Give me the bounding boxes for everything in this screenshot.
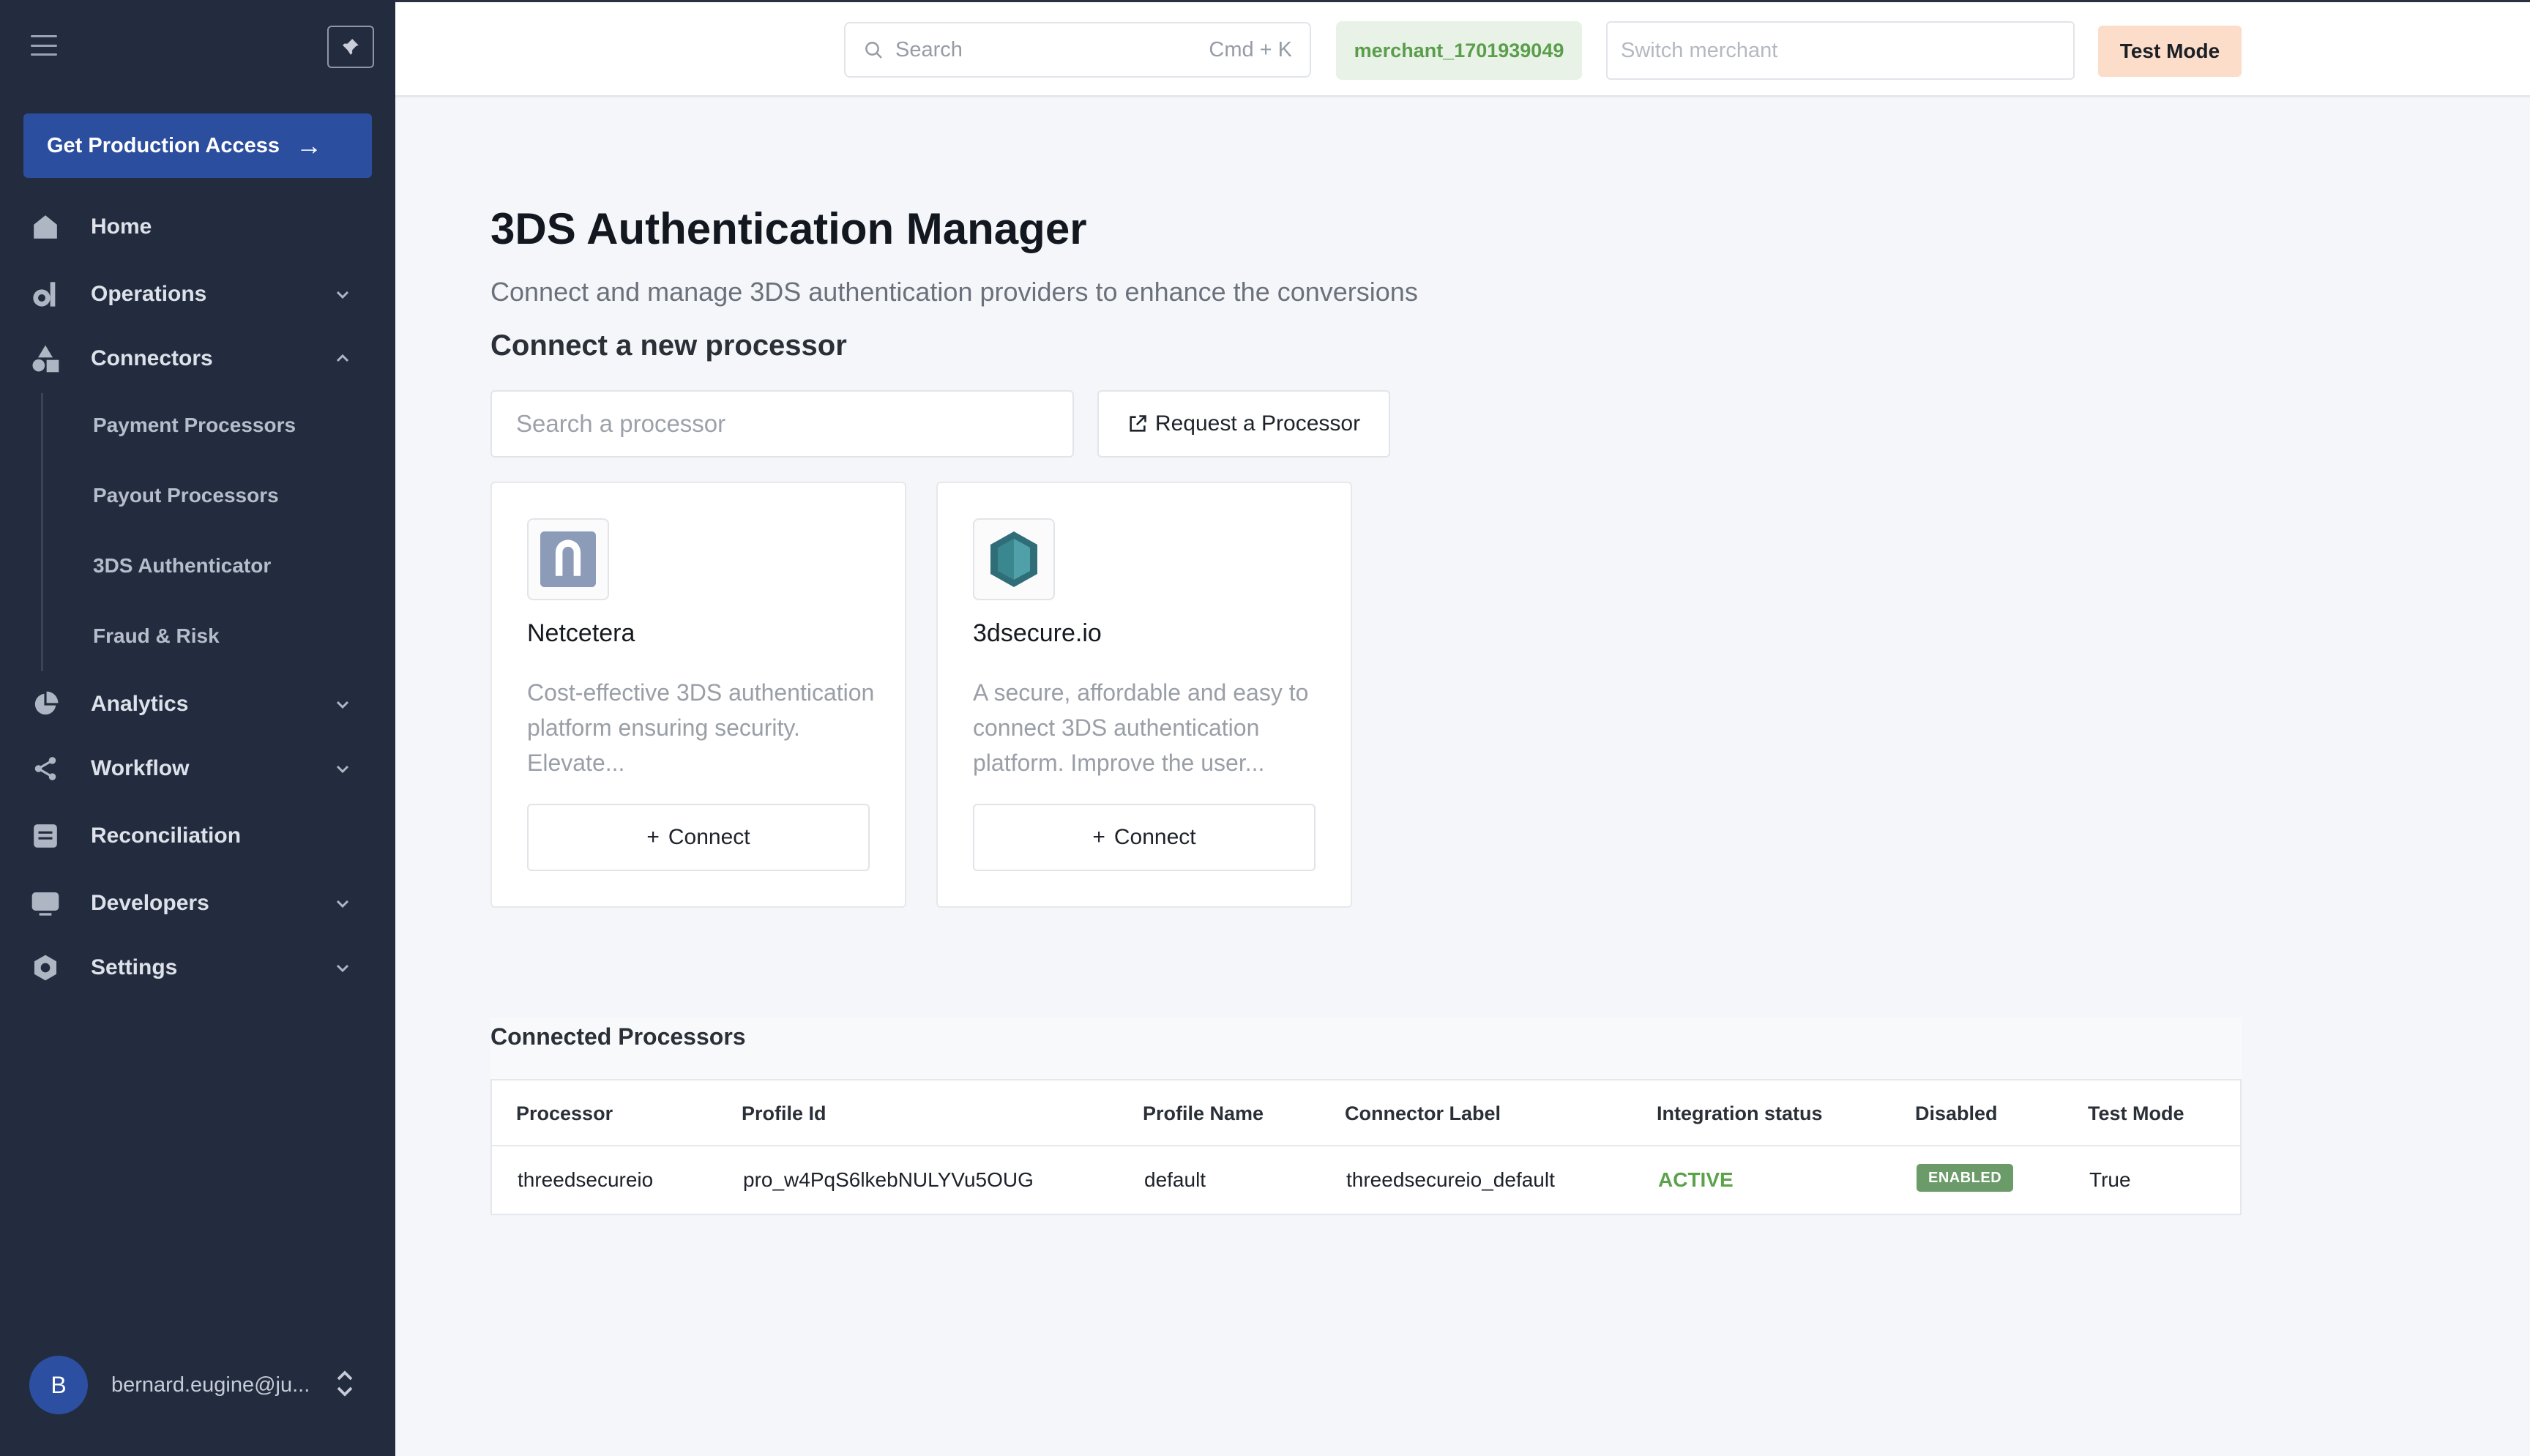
sidebar-header bbox=[0, 0, 395, 95]
table-row[interactable]: threedsecureio pro_w4PqS6lkebNULYVu5OUG … bbox=[492, 1146, 2240, 1214]
sidebar-item-label: Connectors bbox=[91, 346, 213, 370]
gear-icon bbox=[29, 952, 61, 984]
chevron-up-icon bbox=[331, 347, 354, 370]
connect-label: Connect bbox=[668, 825, 750, 849]
chevron-up-down-icon bbox=[337, 1370, 353, 1397]
column-header-test-mode[interactable]: Test Mode bbox=[2088, 1102, 2184, 1125]
connect-processor-heading: Connect a new processor bbox=[490, 329, 847, 362]
request-processor-label: Request a Processor bbox=[1154, 411, 1361, 436]
sidebar-item-label: Operations bbox=[91, 282, 207, 306]
column-header-profile-name[interactable]: Profile Name bbox=[1143, 1102, 1264, 1125]
switch-merchant-input[interactable]: Switch merchant bbox=[1606, 21, 2075, 80]
sidebar-item-analytics[interactable]: Analytics bbox=[0, 675, 395, 733]
processor-description: A secure, affordable and easy to connect… bbox=[973, 679, 1309, 776]
connect-label: Connect bbox=[1113, 825, 1196, 849]
cell-test-mode: True bbox=[2089, 1168, 2131, 1191]
column-header-connector-label[interactable]: Connector Label bbox=[1345, 1102, 1501, 1125]
search-placeholder: Search bbox=[895, 37, 963, 61]
test-mode-button[interactable]: Test Mode bbox=[2098, 26, 2242, 77]
connected-processors-table: Processor Profile Id Profile Name Connec… bbox=[490, 1079, 2242, 1215]
user-email: bernard.eugine@ju... bbox=[111, 1373, 310, 1397]
page-subtitle: Connect and manage 3DS authentication pr… bbox=[490, 277, 1418, 307]
request-processor-button[interactable]: Request a Processor bbox=[1097, 390, 1390, 458]
sidebar-item-settings[interactable]: Settings bbox=[0, 938, 395, 997]
processor-card-3dsecure: 3dsecure.io A secure, affordable and eas… bbox=[936, 482, 1352, 908]
chevron-down-icon bbox=[331, 757, 354, 780]
sidebar-item-label: Analytics bbox=[91, 692, 189, 716]
pie-chart-icon bbox=[29, 688, 61, 720]
pin-sidebar-button[interactable] bbox=[327, 26, 374, 68]
cell-connector-label: threedsecureio_default bbox=[1346, 1168, 1555, 1191]
cell-profile-id: pro_w4PqS6lkebNULYVu5OUG bbox=[743, 1168, 1034, 1191]
get-production-access-button[interactable]: Get Production Access → bbox=[23, 113, 372, 178]
plus-icon: + bbox=[646, 825, 660, 849]
document-icon bbox=[29, 820, 61, 852]
sidebar-item-label: Workflow bbox=[91, 756, 190, 780]
connectors-icon bbox=[29, 343, 61, 375]
column-header-profile-id[interactable]: Profile Id bbox=[742, 1102, 826, 1125]
monitor-icon bbox=[29, 887, 61, 919]
connect-3dsecure-button[interactable]: + Connect bbox=[973, 804, 1316, 871]
sidebar-item-workflow[interactable]: Workflow bbox=[0, 739, 395, 798]
sidebar-subitem-fraud-risk[interactable]: Fraud & Risk bbox=[93, 624, 220, 648]
home-icon bbox=[29, 211, 61, 243]
operations-icon bbox=[29, 278, 61, 310]
table-header: Processor Profile Id Profile Name Connec… bbox=[492, 1080, 2240, 1146]
search-shortcut: Cmd + K bbox=[1209, 37, 1292, 61]
sidebar-item-operations[interactable]: Operations bbox=[0, 265, 395, 324]
cell-profile-name: default bbox=[1144, 1168, 1206, 1191]
chevron-down-icon bbox=[331, 956, 354, 979]
production-button-label: Get Production Access bbox=[47, 133, 280, 157]
connect-netcetera-button[interactable]: + Connect bbox=[527, 804, 870, 871]
sidebar-item-label: Home bbox=[91, 214, 152, 239]
sidebar-item-home[interactable]: Home bbox=[0, 198, 395, 256]
merchant-id-badge[interactable]: merchant_1701939049 bbox=[1336, 21, 1582, 80]
plus-icon: + bbox=[1092, 825, 1105, 849]
submenu-rail bbox=[41, 393, 43, 671]
share-icon bbox=[29, 753, 61, 785]
sidebar-item-label: Developers bbox=[91, 891, 209, 915]
connected-processors-header bbox=[490, 1018, 2242, 1080]
netcetera-logo bbox=[527, 518, 609, 600]
processor-search-input[interactable]: Search a processor bbox=[490, 390, 1074, 458]
processor-description: Cost-effective 3DS authentication platfo… bbox=[527, 679, 875, 776]
sidebar-item-developers[interactable]: Developers bbox=[0, 874, 395, 933]
column-header-processor[interactable]: Processor bbox=[516, 1102, 613, 1125]
menu-icon[interactable] bbox=[29, 32, 59, 59]
sidebar-item-label: Reconciliation bbox=[91, 824, 242, 848]
processor-name: Netcetera bbox=[527, 619, 635, 647]
page-title: 3DS Authentication Manager bbox=[490, 204, 1087, 253]
sidebar-subitem-payout-processors[interactable]: Payout Processors bbox=[93, 484, 279, 507]
processor-name: 3dsecure.io bbox=[973, 619, 1102, 647]
search-icon bbox=[865, 42, 882, 59]
chevron-down-icon bbox=[331, 283, 354, 306]
processor-card-netcetera: Netcetera Cost-effective 3DS authenticat… bbox=[490, 482, 906, 908]
topbar: Search Cmd + K merchant_1701939049 Switc… bbox=[395, 0, 2530, 97]
sidebar: Get Production Access → Home Operations … bbox=[0, 0, 395, 1456]
sidebar-item-reconciliation[interactable]: Reconciliation bbox=[0, 807, 395, 865]
sidebar-item-label: Settings bbox=[91, 955, 178, 979]
3dsecure-logo bbox=[973, 518, 1055, 600]
cell-integration-status: ACTIVE bbox=[1658, 1168, 1734, 1191]
external-link-icon bbox=[1130, 415, 1146, 432]
sidebar-item-connectors[interactable]: Connectors bbox=[0, 329, 395, 388]
connected-processors-title: Connected Processors bbox=[490, 1023, 746, 1050]
global-search-input[interactable]: Search Cmd + K bbox=[844, 22, 1311, 78]
sidebar-subitem-payment-processors[interactable]: Payment Processors bbox=[93, 414, 296, 437]
avatar: B bbox=[29, 1356, 88, 1414]
status-badge: ENABLED bbox=[1917, 1164, 2014, 1192]
column-header-integration-status[interactable]: Integration status bbox=[1657, 1102, 1823, 1125]
user-menu[interactable]: B bernard.eugine@ju... bbox=[29, 1355, 373, 1415]
chevron-down-icon bbox=[331, 692, 354, 716]
arrow-right-icon: → bbox=[296, 130, 323, 160]
pin-icon bbox=[343, 39, 359, 55]
sidebar-subitem-3ds-authenticator[interactable]: 3DS Authenticator bbox=[93, 554, 271, 578]
cell-processor: threedsecureio bbox=[518, 1168, 654, 1191]
chevron-down-icon bbox=[331, 892, 354, 915]
column-header-disabled[interactable]: Disabled bbox=[1915, 1102, 1998, 1125]
